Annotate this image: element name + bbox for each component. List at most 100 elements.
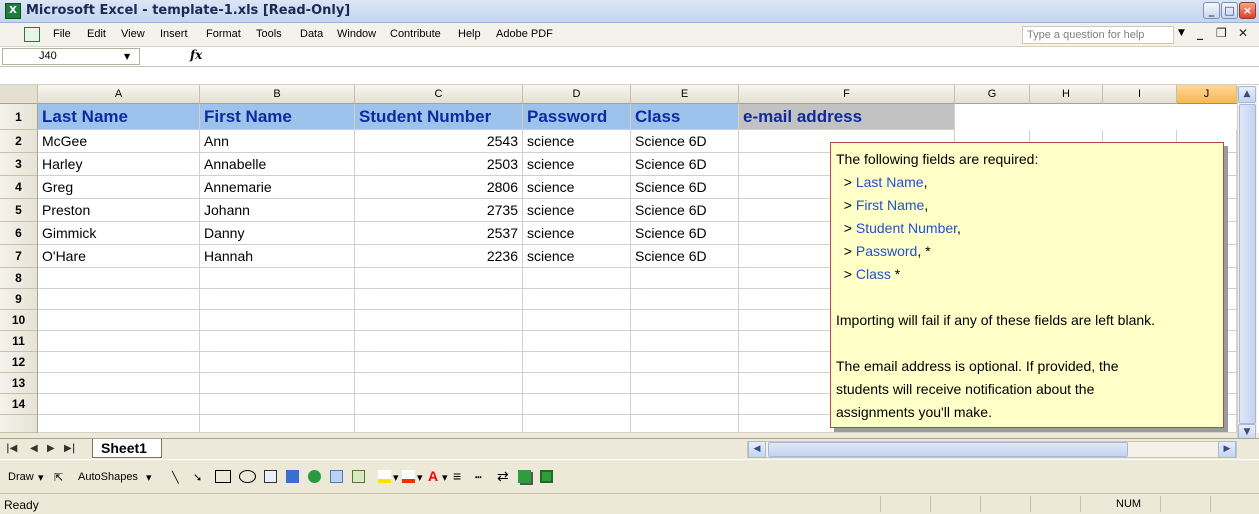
column-header-g[interactable]: G <box>955 85 1030 104</box>
row-header[interactable]: 12 <box>0 352 38 373</box>
minimize-icon[interactable]: _ <box>1203 2 1220 19</box>
line-color-dropdown-icon[interactable]: ▾ <box>417 471 423 484</box>
cell-first[interactable]: Danny <box>200 222 355 245</box>
empty-cell[interactable] <box>200 352 355 373</box>
row-header[interactable]: 10 <box>0 310 38 331</box>
arrow-style-icon[interactable]: ⇄ <box>497 468 509 485</box>
header-cell-class[interactable]: Class <box>631 104 739 130</box>
scroll-left-icon[interactable]: ◀ <box>748 441 766 458</box>
empty-cell[interactable] <box>355 352 523 373</box>
autoshapes-dropdown-icon[interactable]: ▾ <box>146 471 152 484</box>
row-header[interactable]: 6 <box>0 222 38 245</box>
empty-cell[interactable] <box>38 415 200 433</box>
empty-cell[interactable] <box>200 268 355 289</box>
close-icon[interactable]: × <box>1239 2 1256 19</box>
header-cell-email[interactable]: e-mail address <box>739 104 955 130</box>
help-search-input[interactable]: Type a question for help <box>1022 26 1174 44</box>
empty-cell[interactable] <box>200 415 355 433</box>
empty-cell[interactable] <box>38 331 200 352</box>
empty-cell[interactable] <box>631 268 739 289</box>
column-header-e[interactable]: E <box>631 85 739 104</box>
empty-cell[interactable] <box>355 394 523 415</box>
row-header[interactable]: 7 <box>0 245 38 268</box>
empty-cell[interactable] <box>38 352 200 373</box>
row-header[interactable]: 13 <box>0 373 38 394</box>
empty-cell[interactable] <box>523 268 631 289</box>
cell-first[interactable]: Hannah <box>200 245 355 268</box>
column-header-a[interactable]: A <box>38 85 200 104</box>
empty-cell[interactable] <box>631 394 739 415</box>
empty-cell[interactable] <box>523 352 631 373</box>
row-header[interactable]: 8 <box>0 268 38 289</box>
menu-adobe-pdf[interactable]: Adobe PDF <box>496 28 553 40</box>
shadow-style-icon[interactable] <box>518 470 531 483</box>
menu-insert[interactable]: Insert <box>160 28 188 40</box>
function-icon[interactable]: fx <box>190 48 202 62</box>
column-header-h[interactable]: H <box>1030 85 1103 104</box>
autoshapes-button[interactable]: AutoShapes <box>78 471 138 483</box>
menu-window[interactable]: Window <box>337 28 376 40</box>
empty-cell[interactable] <box>631 289 739 310</box>
draw-menu-button[interactable]: Draw <box>8 471 34 483</box>
row-header[interactable]: 4 <box>0 176 38 199</box>
hscroll-thumb[interactable] <box>768 442 1128 457</box>
scroll-up-icon[interactable]: ▲ <box>1238 86 1256 103</box>
empty-cell[interactable] <box>355 289 523 310</box>
cell-last[interactable]: Gimmick <box>38 222 200 245</box>
cell-password[interactable]: science <box>523 153 631 176</box>
last-sheet-icon[interactable]: ▶| <box>64 443 75 454</box>
column-header-j[interactable]: J <box>1177 85 1237 104</box>
cell-number[interactable]: 2543 <box>355 130 523 153</box>
empty-cell[interactable] <box>523 394 631 415</box>
cell-last[interactable]: Greg <box>38 176 200 199</box>
name-box[interactable]: J40 <box>2 48 140 65</box>
tab-sheet1[interactable]: Sheet1 <box>92 439 162 458</box>
font-color-icon[interactable]: A <box>428 468 438 484</box>
row-header[interactable]: 11 <box>0 331 38 352</box>
empty-cell[interactable] <box>38 373 200 394</box>
cell-password[interactable]: science <box>523 199 631 222</box>
header-cell-first-name[interactable]: First Name <box>200 104 355 130</box>
fill-dropdown-icon[interactable]: ▾ <box>393 471 399 484</box>
empty-cell[interactable] <box>523 373 631 394</box>
cell-class[interactable]: Science 6D <box>631 245 739 268</box>
clip-art-icon[interactable] <box>330 470 343 483</box>
row-header[interactable]: 14 <box>0 394 38 415</box>
namebox-dropdown-icon[interactable]: ▼ <box>124 52 130 61</box>
text-box-icon[interactable] <box>264 470 277 483</box>
empty-cell[interactable] <box>200 331 355 352</box>
empty-cell[interactable] <box>631 331 739 352</box>
row-header[interactable] <box>0 415 38 433</box>
next-sheet-icon[interactable]: ▶ <box>47 443 55 454</box>
picture-icon[interactable] <box>352 470 365 483</box>
empty-cell[interactable] <box>38 394 200 415</box>
empty-cell[interactable] <box>38 310 200 331</box>
empty-cell[interactable] <box>355 415 523 433</box>
header-cell-password[interactable]: Password <box>523 104 631 130</box>
menu-contribute[interactable]: Contribute <box>390 28 441 40</box>
menu-help[interactable]: Help <box>458 28 481 40</box>
empty-cell[interactable] <box>523 310 631 331</box>
header-cell-last-name[interactable]: Last Name <box>38 104 200 130</box>
row-header[interactable]: 1 <box>0 104 38 130</box>
row-header[interactable]: 9 <box>0 289 38 310</box>
row-header[interactable]: 5 <box>0 199 38 222</box>
horizontal-scrollbar[interactable]: ◀ ▶ <box>747 441 1237 458</box>
empty-cell[interactable] <box>355 268 523 289</box>
prev-sheet-icon[interactable]: ◀ <box>30 443 38 454</box>
column-header-c[interactable]: C <box>355 85 523 104</box>
menu-format[interactable]: Format <box>206 28 241 40</box>
3d-style-icon[interactable] <box>540 470 553 483</box>
scroll-right-icon[interactable]: ▶ <box>1218 441 1236 458</box>
draw-dropdown-icon[interactable]: ▾ <box>38 471 44 484</box>
line-style-icon[interactable]: ≡ <box>453 468 461 484</box>
empty-cell[interactable] <box>200 394 355 415</box>
cell-number[interactable]: 2503 <box>355 153 523 176</box>
cell-class[interactable]: Science 6D <box>631 130 739 153</box>
diagram-icon[interactable] <box>308 470 321 483</box>
cell-first[interactable]: Annabelle <box>200 153 355 176</box>
workbook-icon[interactable] <box>24 27 40 42</box>
chevron-down-icon[interactable]: ▼ <box>1178 28 1185 38</box>
empty-cell[interactable] <box>631 310 739 331</box>
cell-class[interactable]: Science 6D <box>631 176 739 199</box>
